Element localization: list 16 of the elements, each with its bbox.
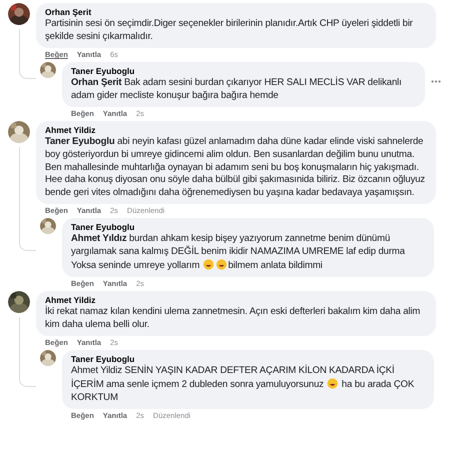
laughing-emoji-icon bbox=[203, 258, 214, 270]
author-name[interactable]: Ahmet Yildiz bbox=[45, 125, 427, 136]
laughing-emoji-icon bbox=[327, 378, 338, 389]
comment-text: Orhan Şerit Bak adam sesini burdan çıkarıyor HER SALI MECLİS VAR delikanlı adam gider mecliste konuşur bağıra bağıra hemde bbox=[71, 77, 403, 102]
comment-text: Partisinin sesi ön seçimdir.Diger seçenekler birilerinin planıdır.Artık CHP üyeleri şiddetli bir şekilde sesini çıkarmalıdır. bbox=[45, 18, 414, 44]
comment-text: Ahmet Yildiz SENİN YAŞIN KADAR DEFTER AÇARIM KİLON KADARDA İÇKİ İÇERİM ama senle içmem 2 dubleden sonra yamuluyorsunuz ha bu arada ÇOK KORKTUM bbox=[71, 365, 416, 404]
laughing-emoji-icon bbox=[216, 258, 228, 270]
author-name[interactable]: Orhan Şerit bbox=[45, 7, 427, 17]
more-icon bbox=[431, 80, 441, 84]
author-name[interactable]: Ahmet Yildiz bbox=[45, 295, 427, 306]
author-name[interactable]: Taner Eyuboglu bbox=[71, 354, 425, 364]
comment-text: Ahmet Yıldız burdan ahkam kesip bişey yazıyorum zannetme benim dünümü yargılamak sana kalmış DEĞİL benim ikidir NAMAZIMA UMREME laf edip durma Yoksa seninde umreye yollarım bilmem anlata bildimmi bbox=[71, 233, 406, 272]
author-name[interactable]: Taner Eyuboglu bbox=[71, 222, 425, 232]
author-name[interactable]: Taner Eyuboglu bbox=[71, 66, 416, 76]
comment-text: Taner Eyuboglu abi neyin kafası güzel anlamadım daha düne kadar elinde viski sahnelerde boy gösteriyordun bi umreye gidincemi alim oldun. Ben susanlardan değilim bunu unutma. Ben mahallesinde muhtarlığa oynayan bi adamım seni bu boş konuşmaların hiç yakışmadı. Hee daha konuş diyosan onu söyle daha bülbül gibi şakımasınida biliriz. Biz özcanın oğluyuz bende geri vites olmadığını daha öğrenemediysen bu yaşına kadar bedavaya yaşamışsın. bbox=[45, 136, 426, 200]
comment-text: İki rekat namaz kılan kendini ulema zannetmesin. Açın eski defterleri bakalım kim daha alim kim daha ulema belli olur. bbox=[45, 306, 422, 332]
